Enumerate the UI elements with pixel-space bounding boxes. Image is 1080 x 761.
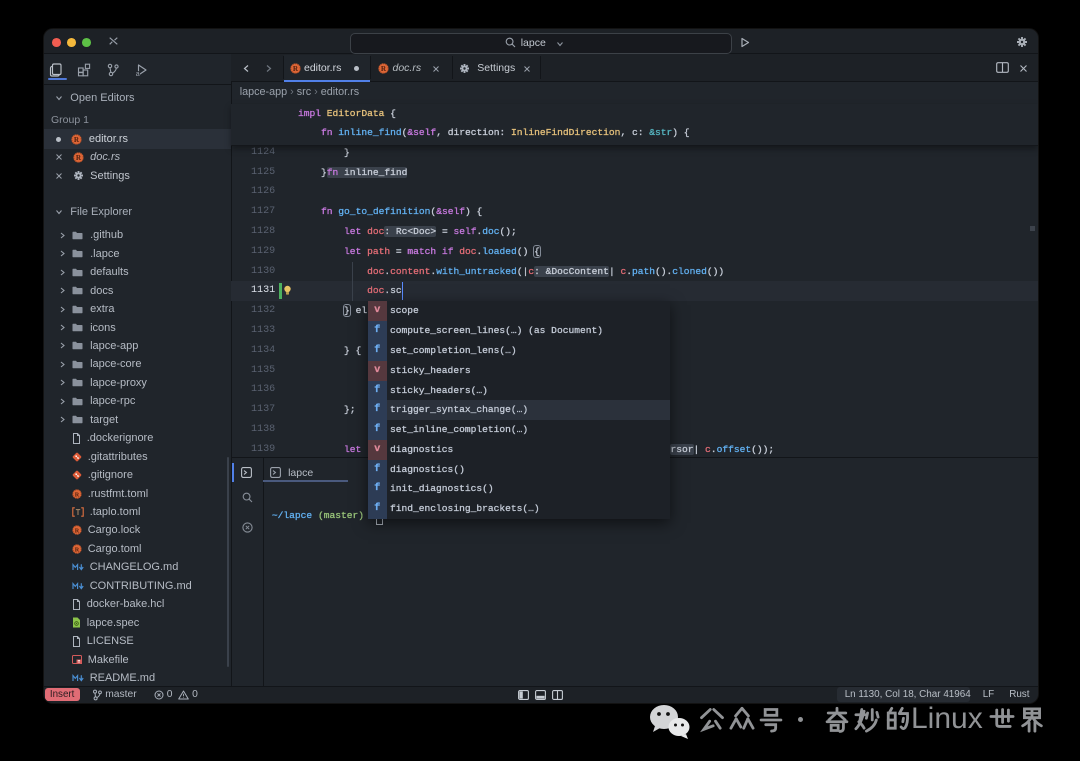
svg-text:R: R	[74, 547, 79, 554]
svg-text:R: R	[74, 528, 79, 535]
svg-text:R: R	[381, 65, 387, 73]
svg-text:R: R	[74, 136, 80, 144]
svg-text:R: R	[293, 65, 299, 73]
svg-text:R: R	[76, 154, 82, 162]
svg-text:a: a	[136, 71, 140, 77]
svg-text:R: R	[74, 491, 79, 498]
